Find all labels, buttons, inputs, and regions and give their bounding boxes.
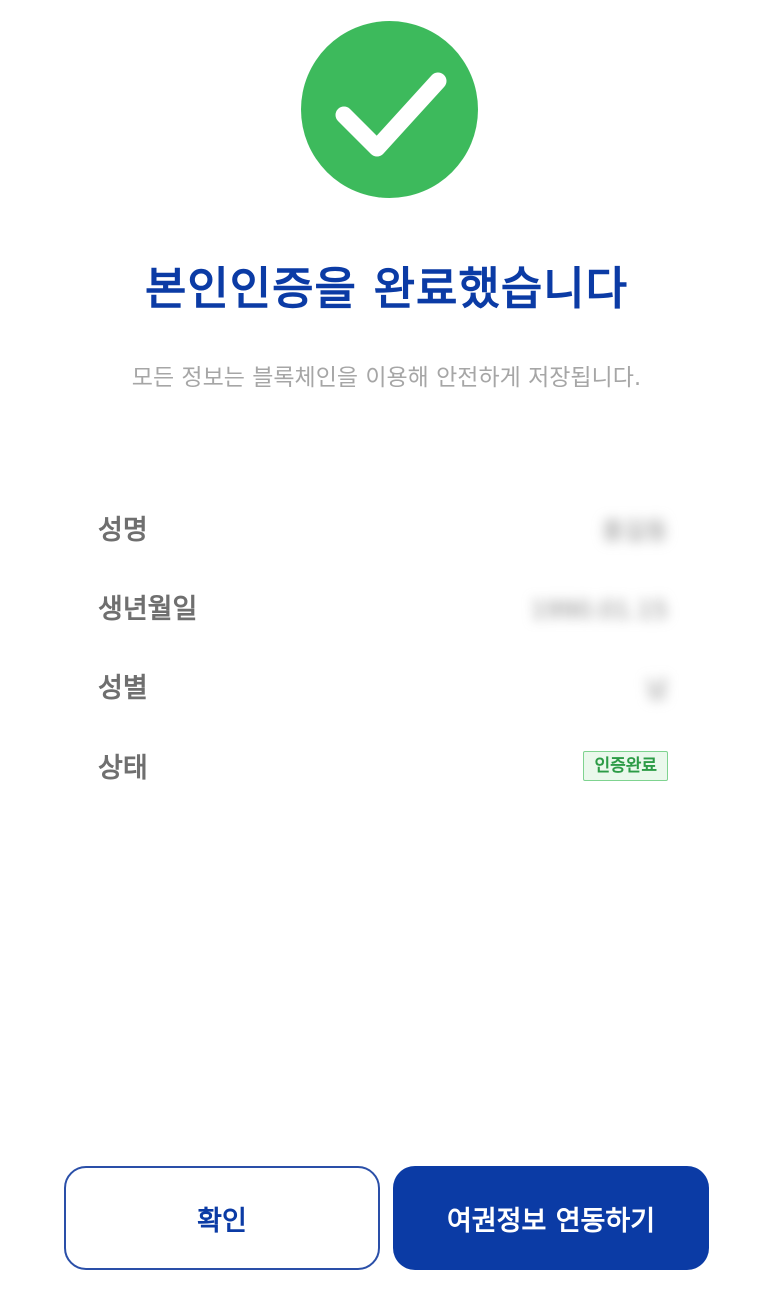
gender-label: 성별 — [98, 673, 148, 704]
confirm-button[interactable]: 확인 — [64, 1166, 380, 1270]
info-row-gender: 성별 남 — [98, 669, 668, 709]
name-label: 성명 — [98, 515, 148, 546]
birth-value: 1990.01.15 — [530, 596, 668, 624]
birth-label: 생년월일 — [98, 594, 198, 625]
status-label: 상태 — [98, 753, 148, 784]
page-subtitle: 모든 정보는 블록체인을 이용해 안전하게 저장됩니다. — [131, 365, 642, 391]
success-check-icon — [301, 21, 478, 198]
info-row-name: 성명 홍길동 — [98, 511, 668, 551]
checkmark-icon — [335, 72, 447, 157]
link-passport-button[interactable]: 여권정보 연동하기 — [393, 1166, 709, 1270]
name-value: 홍길동 — [601, 517, 668, 545]
status-badge: 인증완료 — [583, 751, 668, 781]
info-row-status: 상태 인증완료 — [98, 749, 668, 789]
info-row-birth: 생년월일 1990.01.15 — [98, 590, 668, 630]
page-title: 본인인증을 완료했습니다 — [144, 262, 629, 315]
gender-value: 남 — [645, 675, 668, 703]
